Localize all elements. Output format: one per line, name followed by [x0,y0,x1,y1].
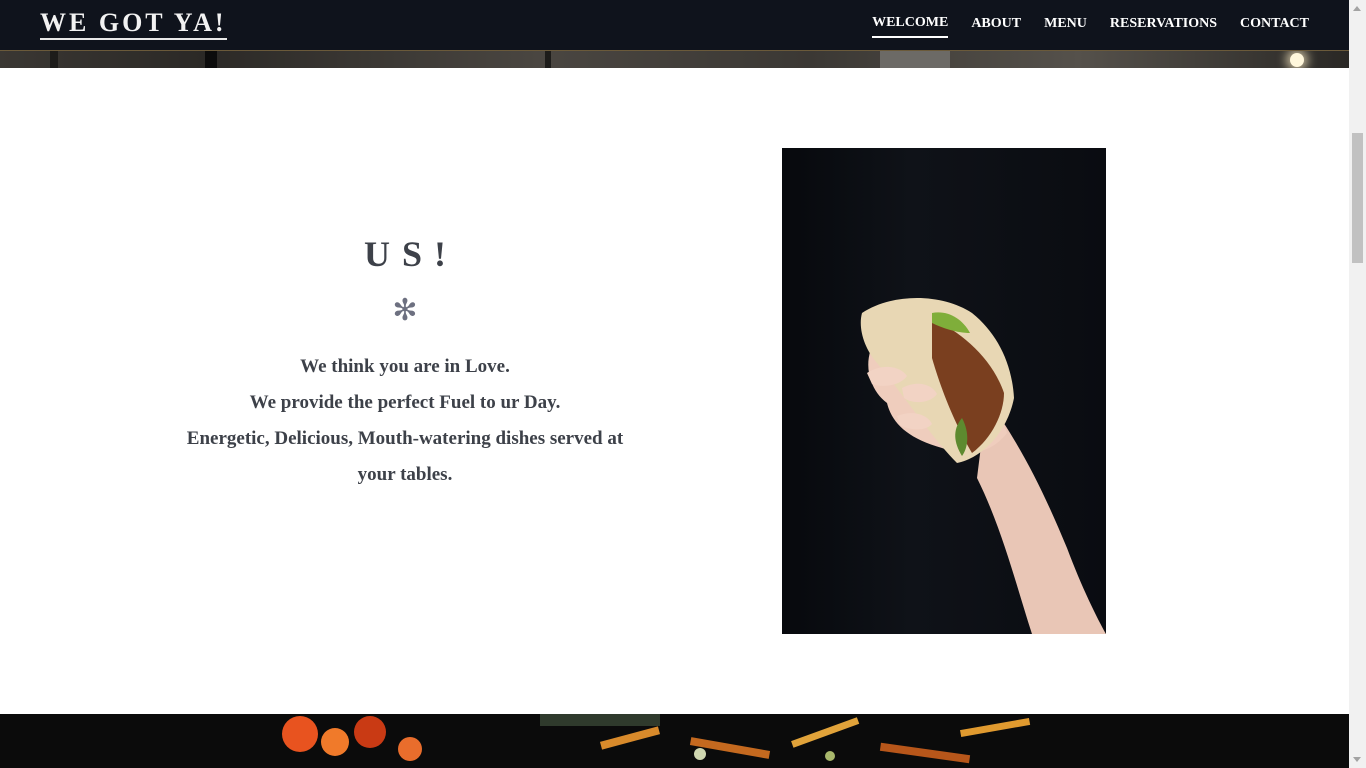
asterisk-icon: ✻ [392,294,418,327]
page-scrollbar[interactable] [1349,0,1366,768]
nav-link-reservations[interactable]: RESERVATIONS [1110,14,1217,37]
scroll-down-arrow-icon[interactable] [1353,757,1361,762]
brand-logo[interactable]: WE GOT YA! [40,8,227,40]
nav-link-contact[interactable]: CONTACT [1240,14,1309,37]
taco-illustration [860,298,1106,634]
scroll-up-arrow-icon[interactable] [1353,6,1361,11]
navbar: WE GOT YA! WELCOME ABOUT MENU RESERVATIO… [0,0,1349,51]
food-illustration [282,714,1031,764]
section-heading: US! [363,234,458,274]
scroll-thumb[interactable] [1352,133,1363,263]
about-section: US! ✻ We think you are in Love. We provi… [0,68,1349,714]
nav-link-menu[interactable]: MENU [1044,14,1087,37]
hero-image-edge [0,51,1349,68]
about-line-1: We think you are in Love. [300,356,510,377]
about-line-4: your tables. [357,464,453,485]
about-line-2: We provide the perfect Fuel to ur Day. [249,392,561,413]
nav-link-welcome[interactable]: WELCOME [872,13,949,38]
about-line-3: Energetic, Delicious, Mouth-watering dis… [186,428,624,449]
taco-photo [782,148,1106,634]
food-banner-image [0,714,1349,768]
main-nav: WELCOME ABOUT MENU RESERVATIONS CONTACT [849,0,1309,50]
nav-link-about[interactable]: ABOUT [971,14,1021,37]
